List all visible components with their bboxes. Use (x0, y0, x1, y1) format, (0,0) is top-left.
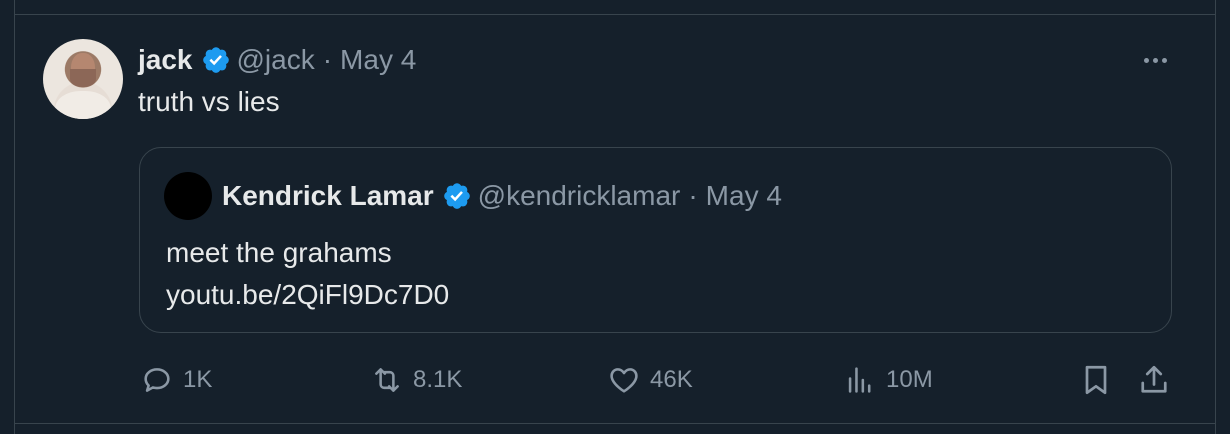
view-count: 10M (886, 366, 933, 393)
quoted-author-avatar (164, 172, 212, 220)
share-icon[interactable] (1136, 362, 1172, 398)
like-icon (610, 368, 638, 393)
views-button[interactable]: 10M (843, 356, 933, 404)
like-count: 46K (650, 366, 693, 393)
views-icon (848, 367, 871, 393)
repost-count: 8.1K (413, 366, 463, 393)
verified-badge-icon (443, 183, 470, 209)
reply-count: 1K (183, 366, 213, 393)
quoted-tweet-text: meet the grahams (166, 237, 392, 268)
next-tweet-border (14, 423, 1216, 434)
reply-button[interactable]: 1K (140, 356, 212, 404)
tweet-actions: 1K 8.1K 46K 10M (0, 356, 1230, 404)
repost-button[interactable]: 8.1K (370, 356, 462, 404)
separator-dot: · (322, 44, 333, 75)
quoted-author-name: Kendrick Lamar (222, 180, 434, 211)
quoted-tweet-link[interactable]: youtu.be/2QiFl9Dc7D0 (166, 274, 449, 316)
separator-dot: · (688, 180, 698, 211)
quoted-tweet-header: Kendrick Lamar @kendricklamar · May 4 (222, 176, 782, 216)
previous-tweet-border (14, 0, 1216, 15)
quoted-author-handle: @kendricklamar (477, 180, 681, 211)
author-avatar[interactable] (43, 39, 123, 119)
more-icon[interactable] (1138, 46, 1172, 74)
repost-icon (375, 368, 399, 392)
author-handle[interactable]: @jack (237, 44, 315, 76)
tweet-date[interactable]: May 4 (340, 44, 416, 76)
bookmark-icon[interactable] (1078, 362, 1114, 398)
tweet-text: truth vs lies (138, 86, 280, 117)
author-name[interactable]: jack (138, 44, 193, 76)
like-button[interactable]: 46K (607, 356, 693, 404)
reply-icon (144, 368, 170, 392)
quoted-tweet-card[interactable]: Kendrick Lamar @kendricklamar · May 4 me… (139, 147, 1172, 333)
tweet-header: jack @jack · May 4 (138, 40, 416, 80)
quoted-tweet-date: May 4 (705, 180, 782, 211)
verified-badge-icon (202, 47, 229, 73)
quoted-tweet-body: meet the grahams youtu.be/2QiFl9Dc7D0 (166, 232, 449, 316)
